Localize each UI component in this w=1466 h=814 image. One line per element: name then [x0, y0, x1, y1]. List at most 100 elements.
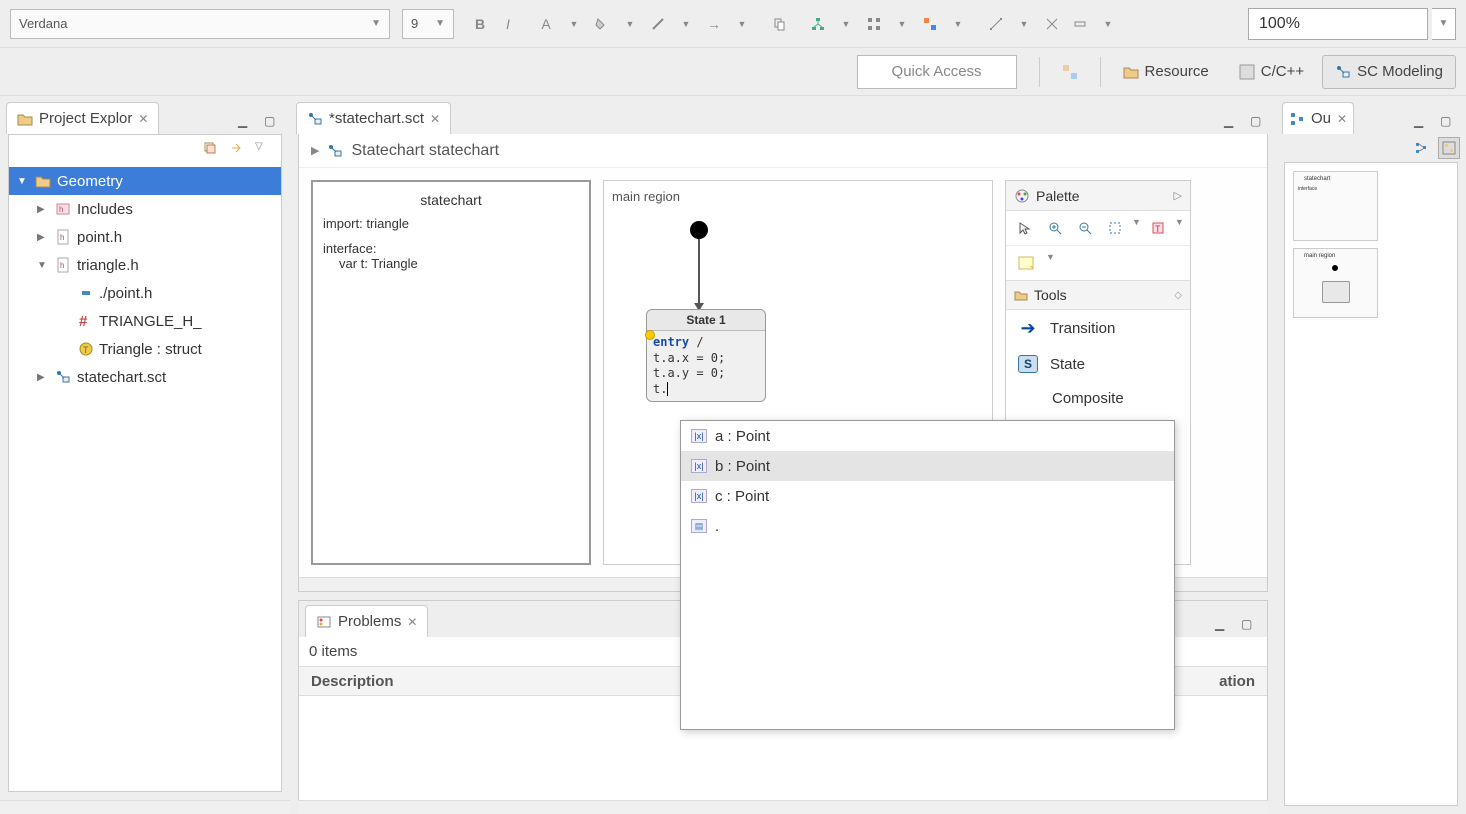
- outline-body[interactable]: statechart interface main region: [1284, 162, 1458, 806]
- dropdown-icon[interactable]: ▼: [834, 12, 858, 36]
- tree-item-point-h[interactable]: ▶ h point.h: [9, 223, 281, 251]
- link-editor-icon[interactable]: [229, 141, 245, 157]
- editor-tab[interactable]: *statechart.sct ✕: [296, 102, 451, 134]
- zoom-select[interactable]: 100%: [1248, 8, 1428, 40]
- note-tool[interactable]: T: [1145, 217, 1171, 239]
- chevron-right-icon: ▷: [1174, 189, 1182, 202]
- line-color-button[interactable]: [646, 12, 670, 36]
- maximize-icon[interactable]: ▢: [1250, 114, 1264, 128]
- collapse-all-icon[interactable]: [203, 141, 219, 157]
- project-icon: [35, 173, 51, 189]
- dropdown-icon[interactable]: ▼: [1175, 217, 1184, 239]
- snap-button[interactable]: [984, 12, 1008, 36]
- copy-format-button[interactable]: [768, 12, 792, 36]
- palette-item-composite[interactable]: Composite: [1006, 382, 1190, 415]
- palette-item-state[interactable]: S State: [1006, 346, 1190, 382]
- outline-icon: [1289, 111, 1305, 127]
- dropdown-icon[interactable]: ▼: [674, 12, 698, 36]
- minimize-icon[interactable]: ▁: [1224, 114, 1238, 128]
- close-icon[interactable]: ✕: [138, 112, 148, 126]
- outline-tree-mode[interactable]: [1410, 137, 1432, 159]
- quick-access-input[interactable]: Quick Access: [857, 55, 1017, 89]
- close-icon[interactable]: ✕: [1337, 112, 1347, 126]
- maximize-icon[interactable]: ▢: [1440, 114, 1454, 128]
- definition-section[interactable]: statechart import: triangle interface: v…: [311, 180, 591, 565]
- bold-button[interactable]: B: [468, 12, 492, 36]
- autocomplete-item[interactable]: |x| c : Point: [681, 481, 1174, 511]
- maximize-icon[interactable]: ▢: [1241, 617, 1255, 631]
- state-body[interactable]: entry / t.a.x = 0; t.a.y = 0; t.: [647, 331, 765, 401]
- autocomplete-item[interactable]: |x| a : Point: [681, 421, 1174, 451]
- outline-thumbnail[interactable]: main region: [1293, 248, 1378, 318]
- tree-item-statechart[interactable]: ▶ statechart.sct: [9, 363, 281, 391]
- region-title: main region: [612, 189, 984, 204]
- dropdown-icon[interactable]: ▼: [890, 12, 914, 36]
- dropdown-icon[interactable]: ▼: [1046, 252, 1055, 274]
- font-color-button[interactable]: A: [534, 12, 558, 36]
- dropdown-icon[interactable]: ▼: [1096, 12, 1120, 36]
- state-node[interactable]: State 1 entry / t.a.x = 0; t.a.y = 0; t.: [646, 309, 766, 402]
- project-explorer-tab[interactable]: Project Explor ✕: [6, 102, 159, 134]
- close-icon[interactable]: ✕: [407, 615, 417, 629]
- zoom-value: 100%: [1259, 15, 1300, 33]
- tree-item-triangle-def[interactable]: # TRIANGLE_H_: [9, 307, 281, 335]
- scrollbar[interactable]: [298, 800, 1268, 814]
- minimize-icon[interactable]: ▁: [1414, 114, 1428, 128]
- group-button[interactable]: [918, 12, 942, 36]
- view-menu-icon[interactable]: ▽: [255, 141, 271, 157]
- initial-state-node[interactable]: [690, 221, 708, 239]
- project-explorer-tab-header: Project Explor ✕ ▁ ▢: [0, 96, 290, 134]
- font-size-select[interactable]: 9 ▼: [402, 9, 454, 39]
- outline-overview-mode[interactable]: [1438, 137, 1460, 159]
- select-tool[interactable]: [1012, 217, 1038, 239]
- open-perspective-button[interactable]: [1050, 55, 1090, 89]
- marquee-tool[interactable]: [1102, 217, 1128, 239]
- minimize-icon[interactable]: ▁: [238, 114, 252, 128]
- zoom-in-tool[interactable]: [1042, 217, 1068, 239]
- tree-item-triangle-h[interactable]: ▼ h triangle.h: [9, 251, 281, 279]
- maximize-icon[interactable]: ▢: [264, 114, 278, 128]
- zoom-dropdown[interactable]: ▼: [1432, 8, 1456, 40]
- expand-icon: ▶: [37, 204, 49, 215]
- palette-item-transition[interactable]: ➔ Transition: [1006, 310, 1190, 346]
- transition-edge[interactable]: [698, 239, 700, 309]
- hide-button[interactable]: [1040, 12, 1064, 36]
- outline-thumbnail[interactable]: statechart interface: [1293, 171, 1378, 241]
- dropdown-icon[interactable]: ▼: [562, 12, 586, 36]
- palette-header[interactable]: Palette ▷: [1006, 181, 1190, 211]
- autocomplete-item[interactable]: |x| b : Point: [681, 451, 1174, 481]
- breadcrumb[interactable]: ▶ Statechart statechart: [299, 134, 1267, 168]
- sticky-note-tool[interactable]: [1012, 252, 1042, 274]
- perspective-sc-modeling[interactable]: SC Modeling: [1322, 55, 1456, 89]
- italic-button[interactable]: I: [496, 12, 520, 36]
- tree-item-geometry[interactable]: ▼ Geometry: [9, 167, 281, 195]
- problems-tab[interactable]: Problems ✕: [305, 605, 428, 637]
- scrollbar[interactable]: [0, 800, 290, 814]
- define-icon: #: [79, 313, 93, 330]
- project-explorer-body: ▽ ▼ Geometry ▶ h Includes ▶ h point.h: [8, 134, 282, 792]
- perspective-resource[interactable]: Resource: [1111, 55, 1221, 89]
- tree-item-includes[interactable]: ▶ h Includes: [9, 195, 281, 223]
- dropdown-icon[interactable]: ▼: [618, 12, 642, 36]
- perspective-ccpp[interactable]: C/C++: [1227, 55, 1316, 89]
- tree-item-triangle-struct[interactable]: T Triangle : struct: [9, 335, 281, 363]
- dropdown-icon[interactable]: ▼: [1132, 217, 1141, 239]
- connector-button[interactable]: →: [702, 12, 726, 36]
- expand-icon: ▶: [37, 372, 49, 383]
- tree-item-point-h-ref[interactable]: ./point.h: [9, 279, 281, 307]
- minimize-icon[interactable]: ▁: [1215, 617, 1229, 631]
- outline-tab[interactable]: Ou ✕: [1282, 102, 1354, 134]
- auto-layout-button[interactable]: [806, 12, 830, 36]
- autocomplete-item[interactable]: ▤ .: [681, 511, 1174, 541]
- palette-tools-section[interactable]: Tools ◇: [1006, 280, 1190, 310]
- palette-icon: [1014, 188, 1030, 204]
- font-family-select[interactable]: Verdana ▼: [10, 9, 390, 39]
- close-icon[interactable]: ✕: [430, 112, 440, 126]
- fill-color-button[interactable]: [590, 12, 614, 36]
- dropdown-icon[interactable]: ▼: [946, 12, 970, 36]
- dropdown-icon[interactable]: ▼: [730, 12, 754, 36]
- distribute-button[interactable]: [862, 12, 886, 36]
- dropdown-icon[interactable]: ▼: [1012, 12, 1036, 36]
- show-button[interactable]: [1068, 12, 1092, 36]
- zoom-out-tool[interactable]: [1072, 217, 1098, 239]
